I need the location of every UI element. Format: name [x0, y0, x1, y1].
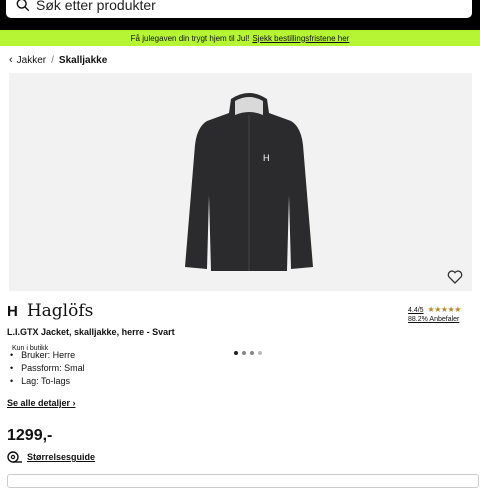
brand-name: Haglöfs	[26, 301, 94, 321]
promo-link[interactable]: Sjekk bestillingsfristene her	[252, 34, 349, 43]
breadcrumb-separator: /	[51, 54, 54, 66]
svg-text:H: H	[263, 153, 270, 163]
size-selector[interactable]	[7, 474, 479, 488]
promo-text: Få julegaven din trygt hjem til Jul!	[130, 33, 250, 43]
feature-list: Bruker: Herre Passform: Smal Lag: To-lag…	[7, 348, 85, 387]
carousel-dot[interactable]	[234, 351, 238, 355]
rating-score[interactable]: 4.4/5	[408, 307, 424, 314]
carousel-dot[interactable]	[250, 351, 254, 355]
chevron-left-icon[interactable]: ‹	[9, 54, 13, 66]
heart-icon[interactable]	[447, 270, 463, 284]
price: 1299,-	[7, 427, 53, 444]
see-all-details-link[interactable]: Se alle detaljer ›	[7, 398, 76, 408]
recommend-percentage[interactable]: 88.2% Anbefaler	[408, 316, 459, 323]
size-guide-link[interactable]: Størrelsesguide	[7, 451, 95, 463]
feature-item: Lag: To-lags	[7, 374, 85, 387]
search-input[interactable]: Søk etter produkter	[6, 0, 472, 18]
product-gallery[interactable]: H Kun i butikk	[9, 73, 472, 355]
product-title: L.I.GTX Jacket, skalljakke, herre - Svar…	[7, 327, 175, 337]
size-guide-label: Størrelsesguide	[27, 452, 96, 462]
top-header: Søk etter produkter	[0, 0, 480, 30]
chevron-right-icon: ›	[70, 398, 76, 408]
search-icon	[16, 0, 30, 12]
brand-logo[interactable]: H Haglöfs	[7, 301, 93, 321]
promo-banner: Få julegaven din trygt hjem til Jul! Sje…	[0, 30, 480, 46]
carousel-dot[interactable]	[242, 351, 246, 355]
product-image[interactable]: H	[179, 85, 319, 275]
search-placeholder: Søk etter produkter	[36, 0, 156, 13]
breadcrumb: ‹ Jakker / Skalljakke	[9, 53, 107, 67]
feature-item: Bruker: Herre	[7, 348, 85, 361]
carousel-dot[interactable]	[258, 351, 262, 355]
breadcrumb-current: Skalljakke	[58, 54, 108, 66]
star-rating-icon: ★★★★★	[427, 305, 462, 314]
carousel-dots[interactable]	[234, 351, 262, 355]
breadcrumb-parent[interactable]: Jakker	[17, 55, 46, 66]
feature-item: Passform: Smal	[7, 361, 85, 374]
details-label: Se alle detaljer	[7, 398, 71, 408]
brand-mark-icon: H	[7, 302, 18, 320]
rating[interactable]: 4.4/5 ★★★★★	[408, 305, 461, 314]
tape-measure-icon	[7, 451, 22, 463]
